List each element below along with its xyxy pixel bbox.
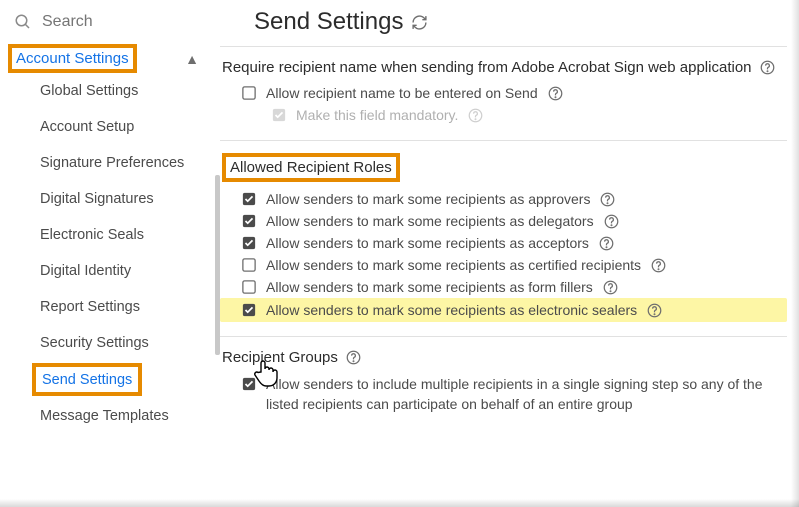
checkbox-checked-disabled-icon: [272, 108, 286, 122]
checkbox-checked-icon: [242, 303, 256, 317]
option-approvers[interactable]: Allow senders to mark some recipients as…: [220, 188, 787, 210]
main-content: Send Settings Require recipient name whe…: [211, 0, 799, 507]
checkbox-checked-icon: [242, 236, 256, 250]
checkbox-checked-icon: [242, 377, 256, 391]
option-delegators[interactable]: Allow senders to mark some recipients as…: [220, 210, 787, 232]
highlight-allowed-roles: Allowed Recipient Roles: [222, 153, 400, 182]
nav-item-digital-signatures[interactable]: Digital Signatures: [0, 181, 211, 217]
nav-item-signature-preferences[interactable]: Signature Preferences: [0, 145, 211, 181]
section-require-name: Require recipient name when sending from…: [220, 46, 787, 140]
option-form-fillers[interactable]: Allow senders to mark some recipients as…: [220, 276, 787, 298]
help-icon: [468, 108, 483, 123]
help-icon[interactable]: [647, 303, 662, 318]
search-input[interactable]: [40, 12, 160, 32]
option-acceptors[interactable]: Allow senders to mark some recipients as…: [220, 232, 787, 254]
nav-item-send-settings[interactable]: Send Settings: [42, 372, 132, 388]
checkbox-checked-icon: [242, 214, 256, 228]
option-make-mandatory: Make this field mandatory.: [220, 104, 787, 126]
checkbox-unchecked-icon: [242, 258, 256, 272]
section-label-require: Require recipient name when sending from…: [220, 57, 787, 82]
section-label-groups: Recipient Groups: [220, 347, 787, 372]
option-recipient-groups[interactable]: Allow senders to include multiple recipi…: [220, 372, 787, 417]
search-field[interactable]: [0, 6, 211, 44]
page-title-row: Send Settings: [216, 2, 787, 46]
nav-item-electronic-seals[interactable]: Electronic Seals: [0, 217, 211, 253]
chevron-up-icon[interactable]: ▲: [185, 51, 199, 67]
help-icon[interactable]: [651, 258, 666, 273]
option-allow-recipient-name[interactable]: Allow recipient name to be entered on Se…: [220, 82, 787, 104]
help-icon[interactable]: [346, 350, 361, 365]
nav-item-report-settings[interactable]: Report Settings: [0, 289, 211, 325]
refresh-icon[interactable]: [411, 14, 428, 31]
page-title: Send Settings: [254, 8, 403, 36]
nav-items: Global Settings Account Setup Signature …: [0, 73, 211, 434]
nav-group-account-settings[interactable]: Account Settings: [16, 50, 129, 67]
help-icon[interactable]: [604, 214, 619, 229]
checkbox-unchecked-icon: [242, 86, 256, 100]
help-icon[interactable]: [599, 236, 614, 251]
section-label-roles: Allowed Recipient Roles: [230, 159, 392, 176]
section-allowed-roles: Allowed Recipient Roles Allow senders to…: [220, 140, 787, 336]
help-icon[interactable]: [603, 280, 618, 295]
option-electronic-sealers[interactable]: Allow senders to mark some recipients as…: [220, 298, 787, 322]
nav-item-global-settings[interactable]: Global Settings: [0, 73, 211, 109]
help-icon[interactable]: [600, 192, 615, 207]
checkbox-checked-icon: [242, 192, 256, 206]
nav-item-digital-identity[interactable]: Digital Identity: [0, 253, 211, 289]
highlight-account-settings: Account Settings: [8, 44, 137, 73]
nav-item-message-templates[interactable]: Message Templates: [0, 398, 211, 434]
search-icon: [14, 13, 32, 31]
checkbox-unchecked-icon: [242, 280, 256, 294]
nav-item-security-settings[interactable]: Security Settings: [0, 325, 211, 361]
help-icon[interactable]: [760, 60, 775, 75]
help-icon[interactable]: [548, 86, 563, 101]
scrollbar[interactable]: [215, 175, 220, 355]
nav-item-account-setup[interactable]: Account Setup: [0, 109, 211, 145]
option-certified-recipients[interactable]: Allow senders to mark some recipients as…: [220, 254, 787, 276]
section-recipient-groups: Recipient Groups Allow senders to includ…: [220, 336, 787, 431]
highlight-send-settings: Send Settings: [32, 363, 142, 396]
sidebar: Account Settings ▲ Global Settings Accou…: [0, 0, 211, 507]
